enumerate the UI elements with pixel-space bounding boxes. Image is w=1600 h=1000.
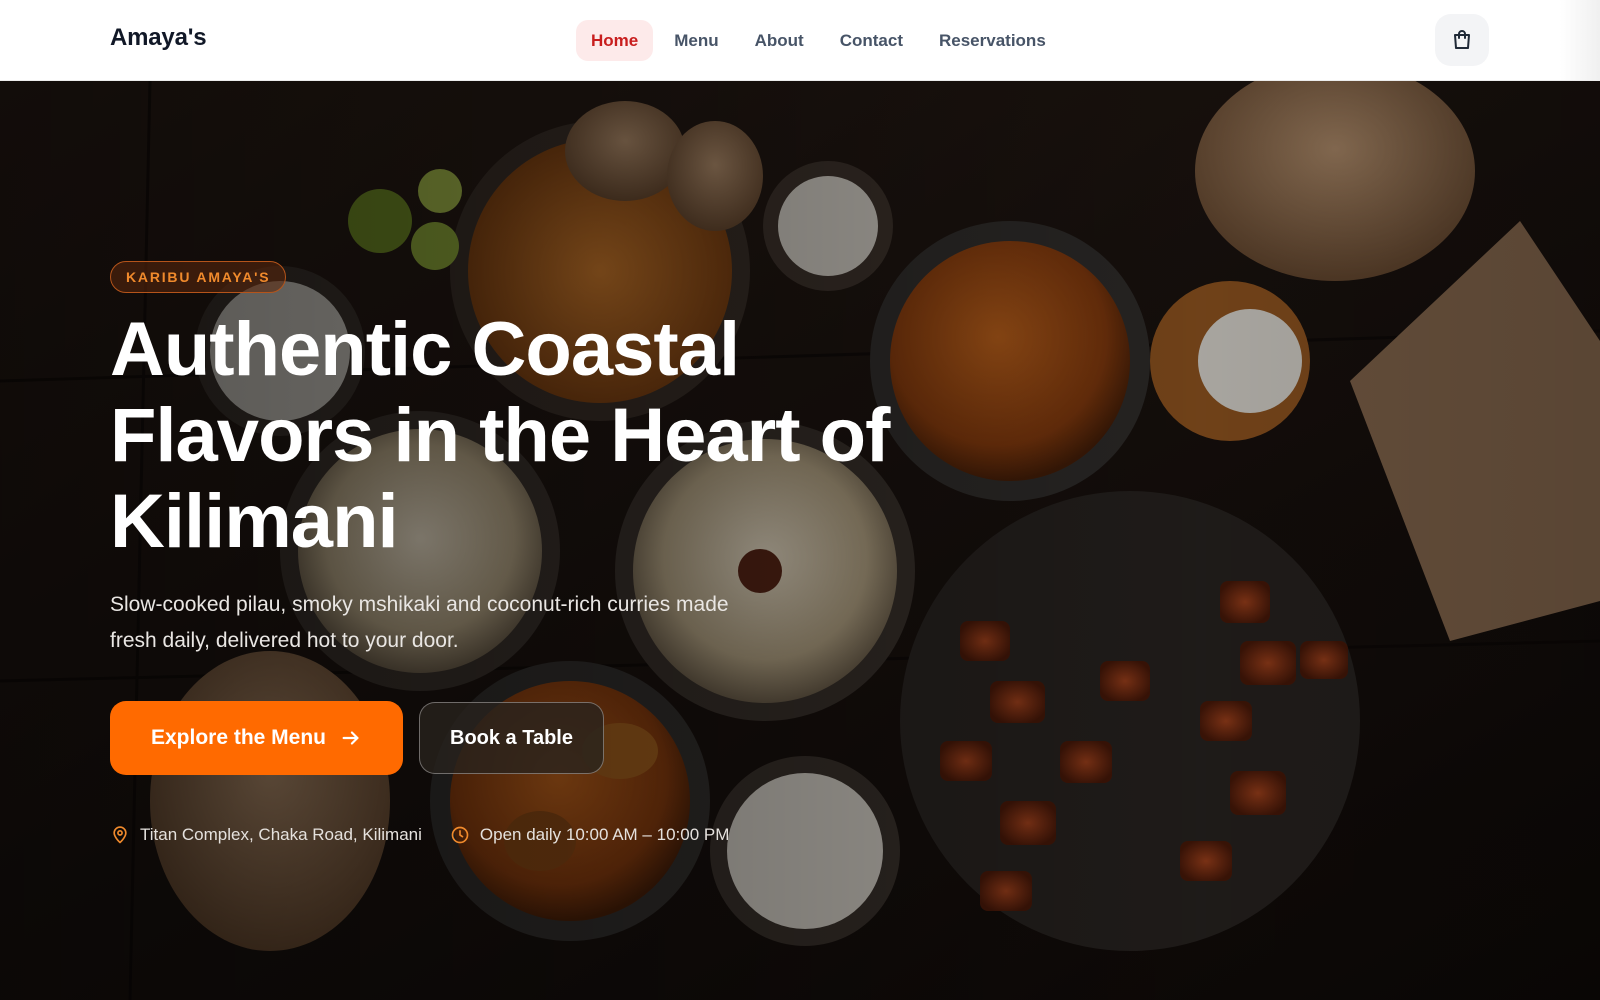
hero-info-row: Titan Complex, Chaka Road, Kilimani Open… [110, 825, 1010, 845]
nav-about[interactable]: About [740, 20, 819, 61]
nav-menu[interactable]: Menu [659, 20, 733, 61]
arrow-right-icon [342, 731, 359, 745]
cart-button[interactable] [1435, 14, 1489, 66]
site-header: Amaya's Home Menu About Contact Reservat… [0, 0, 1600, 81]
book-table-button[interactable]: Book a Table [419, 702, 604, 774]
hours-info: Open daily 10:00 AM – 10:00 PM [450, 825, 730, 845]
shopping-bag-icon [1454, 30, 1470, 49]
hero-section: KARIBU AMAYA'S Authentic Coastal Flavors… [0, 81, 1600, 1000]
header-edge-shadow [1560, 0, 1600, 81]
welcome-badge: KARIBU AMAYA'S [110, 261, 287, 293]
brand-logo[interactable]: Amaya's [110, 24, 207, 52]
nav-contact[interactable]: Contact [825, 20, 918, 61]
hero-cta-row: Explore the Menu Book a Table [110, 701, 1010, 775]
explore-menu-button[interactable]: Explore the Menu [110, 701, 403, 775]
clock-icon [451, 826, 469, 844]
nav-reservations[interactable]: Reservations [924, 20, 1061, 61]
main-nav: Home Menu About Contact Reservations [576, 17, 1061, 63]
explore-menu-label: Explore the Menu [150, 726, 327, 749]
hero-subtitle: Slow-cooked pilau, smoky mshikaki and co… [110, 593, 729, 652]
hours-text: Open daily 10:00 AM – 10:00 PM [479, 825, 730, 844]
hero-title: Authentic Coastal Flavors in the Heart o… [110, 307, 890, 564]
nav-home[interactable]: Home [576, 19, 654, 61]
hero-content: KARIBU AMAYA'S Authentic Coastal Flavors… [110, 261, 1010, 845]
map-pin-icon [113, 826, 127, 844]
location-text: Titan Complex, Chaka Road, Kilimani [140, 825, 422, 844]
location-info: Titan Complex, Chaka Road, Kilimani [110, 825, 422, 845]
